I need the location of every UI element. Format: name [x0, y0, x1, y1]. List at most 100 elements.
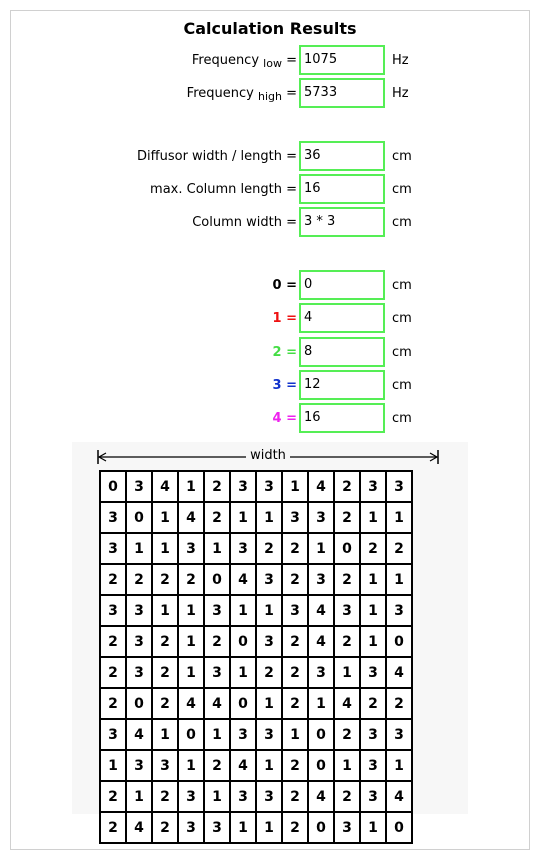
depth-label-1: 1 =	[272, 311, 297, 326]
grid-cell: 2	[385, 532, 413, 565]
grid-cell: 0	[385, 811, 413, 844]
grid-cell: 0	[307, 811, 335, 844]
grid-cell: 0	[99, 470, 127, 503]
grid-cell: 1	[177, 749, 205, 782]
grid-cell: 2	[281, 625, 309, 658]
grid-cell: 3	[125, 656, 153, 689]
grid-cell: 1	[359, 625, 387, 658]
grid-cell: 2	[385, 687, 413, 720]
grid-cell: 1	[281, 470, 309, 503]
grid-cell: 2	[177, 563, 205, 596]
grid-cell: 3	[359, 749, 387, 782]
depth-field-1[interactable]: 4	[299, 303, 385, 333]
grid-cell: 2	[359, 532, 387, 565]
grid-cell: 1	[151, 501, 179, 534]
depth-key-2: 2	[272, 345, 282, 360]
depth-label-2: 2 =	[272, 345, 297, 360]
grid-cell: 3	[385, 594, 413, 627]
depth-field-0[interactable]: 0	[299, 270, 385, 300]
grid-cell: 4	[307, 625, 335, 658]
frequency-high-unit: Hz	[392, 86, 409, 101]
depth-field-2[interactable]: 8	[299, 337, 385, 367]
grid-cell: 3	[99, 501, 127, 534]
grid-cell: 1	[177, 594, 205, 627]
grid-cell: 1	[151, 594, 179, 627]
diffusor-width-field[interactable]: 36	[299, 141, 385, 171]
grid-cell: 1	[177, 656, 205, 689]
grid-cell: 1	[229, 594, 257, 627]
grid-row: 034123314233	[99, 470, 413, 503]
column-length-field[interactable]: 16	[299, 174, 385, 204]
grid-cell: 0	[177, 718, 205, 751]
grid-cell: 2	[333, 718, 361, 751]
grid-cell: 2	[281, 563, 309, 596]
grid-cell: 3	[307, 656, 335, 689]
grid-cell: 2	[151, 780, 179, 813]
frequency-high-field[interactable]: 5733	[299, 78, 385, 108]
grid-cell: 1	[177, 470, 205, 503]
grid-cell: 2	[359, 687, 387, 720]
grid-cell: 2	[99, 625, 127, 658]
grid-row: 212313324234	[99, 780, 413, 813]
grid-cell: 4	[203, 687, 231, 720]
grid-cell: 3	[99, 718, 127, 751]
grid-cell: 1	[151, 532, 179, 565]
depth-label-0: 0 =	[272, 278, 297, 293]
column-width-unit: cm	[392, 215, 412, 230]
grid-cell: 1	[333, 656, 361, 689]
diffusor-grid: 0341233142333014211332113113132210222222…	[99, 470, 413, 844]
grid-row: 341013310233	[99, 718, 413, 751]
depth-row-3: 3 = 12 cm	[0, 370, 540, 402]
grid-cell: 2	[255, 656, 283, 689]
grid-cell: 2	[203, 470, 231, 503]
frequency-low-row: Frequency low = 1075 Hz	[0, 45, 540, 77]
grid-cell: 2	[99, 811, 127, 844]
depth-row-2: 2 = 8 cm	[0, 337, 540, 369]
grid-cell: 2	[281, 687, 309, 720]
grid-cell: 4	[307, 594, 335, 627]
column-width-field[interactable]: 3 * 3	[299, 207, 385, 237]
grid-cell: 3	[177, 532, 205, 565]
grid-row: 232120324210	[99, 625, 413, 658]
grid-cell: 1	[203, 780, 231, 813]
grid-cell: 3	[281, 501, 309, 534]
grid-cell: 1	[385, 563, 413, 596]
grid-cell: 1	[125, 780, 153, 813]
column-width-label: Column width =	[192, 215, 297, 230]
depth-unit-4: cm	[392, 411, 412, 426]
grid-cell: 0	[125, 501, 153, 534]
grid-cell: 0	[125, 687, 153, 720]
grid-cell: 0	[385, 625, 413, 658]
grid-cell: 2	[281, 811, 309, 844]
grid-cell: 0	[307, 749, 335, 782]
grid-cell: 3	[307, 501, 335, 534]
frequency-low-field[interactable]: 1075	[299, 45, 385, 75]
grid-cell: 3	[281, 594, 309, 627]
grid-cell: 2	[333, 625, 361, 658]
column-length-row: max. Column length = 16 cm	[0, 174, 540, 206]
grid-cell: 1	[359, 594, 387, 627]
depth-field-3[interactable]: 12	[299, 370, 385, 400]
grid-cell: 3	[255, 780, 283, 813]
grid-cell: 3	[229, 470, 257, 503]
grid-cell: 2	[151, 687, 179, 720]
grid-cell: 3	[385, 470, 413, 503]
grid-cell: 4	[385, 780, 413, 813]
depth-unit-1: cm	[392, 311, 412, 326]
grid-cell: 3	[203, 811, 231, 844]
grid-cell: 2	[255, 532, 283, 565]
depth-field-4[interactable]: 16	[299, 403, 385, 433]
grid-cell: 4	[229, 749, 257, 782]
depth-row-0: 0 = 0 cm	[0, 270, 540, 302]
grid-row: 202440121422	[99, 687, 413, 720]
grid-cell: 3	[99, 594, 127, 627]
grid-cell: 1	[255, 749, 283, 782]
depth-row-1: 1 = 4 cm	[0, 303, 540, 335]
grid-cell: 2	[99, 563, 127, 596]
frequency-high-row: Frequency high = 5733 Hz	[0, 78, 540, 110]
grid-cell: 3	[255, 718, 283, 751]
grid-cell: 1	[125, 532, 153, 565]
grid-cell: 1	[333, 749, 361, 782]
grid-cell: 4	[177, 687, 205, 720]
width-dimension: width	[97, 448, 439, 465]
